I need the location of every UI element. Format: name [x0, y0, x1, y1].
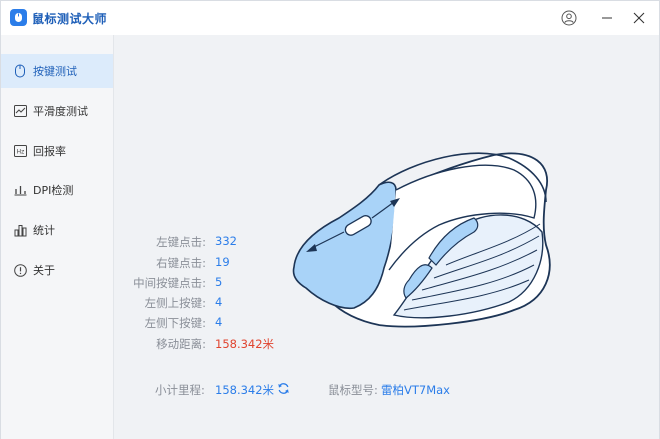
mouse-illustration — [292, 152, 551, 328]
stat-label: 右键点击: — [156, 256, 206, 270]
svg-text:Hz: Hz — [16, 149, 24, 156]
minimize-icon — [602, 17, 612, 19]
bar-chart-icon — [13, 223, 27, 237]
sidebar: 按键测试 平滑度测试 Hz 回报率 DPI检测 统计 关于 — [1, 35, 114, 439]
sidebar-item-about[interactable]: 关于 — [1, 253, 113, 287]
model-label: 鼠标型号: — [328, 383, 378, 397]
sidebar-item-statistics[interactable]: 统计 — [1, 213, 113, 247]
subtotal-value: 158.342米 — [215, 383, 275, 397]
main-panel: 左键点击: 332 右键点击: 19 中间按键点击: 5 左侧上按键: 4 左侧… — [114, 35, 659, 439]
refresh-icon[interactable] — [277, 382, 290, 395]
stat-value: 19 — [215, 255, 230, 269]
hz-icon: Hz — [13, 144, 27, 158]
sidebar-item-label: 回报率 — [33, 145, 66, 158]
sidebar-item-label: DPI检测 — [33, 184, 74, 197]
stat-label: 移动距离: — [156, 337, 206, 351]
stat-value: 4 — [215, 315, 223, 329]
close-button[interactable] — [627, 7, 651, 29]
title-bar: 鼠标测试大师 — [1, 1, 659, 35]
app-title: 鼠标测试大师 — [32, 12, 108, 26]
stat-middle-click: 中间按键点击: 5 — [114, 275, 314, 293]
footer-bar: 小计里程: 158.342米 鼠标型号: 雷柏VT7Max — [114, 380, 659, 400]
stat-value: 332 — [215, 234, 237, 248]
stat-label: 中间按键点击: — [133, 276, 206, 290]
chart-line-icon — [13, 104, 27, 118]
minimize-button[interactable] — [595, 7, 619, 29]
app-window: 鼠标测试大师 按键测试 平滑度测试 Hz 回报率 DPI检测 统计 关于 左键点… — [0, 0, 660, 439]
sidebar-item-smoothness-test[interactable]: 平滑度测试 — [1, 94, 113, 128]
stat-right-click: 右键点击: 19 — [114, 255, 314, 273]
stat-left-side-upper: 左侧上按键: 4 — [114, 295, 314, 313]
sidebar-item-label: 按键测试 — [33, 65, 77, 78]
close-icon — [633, 12, 645, 24]
sidebar-item-label: 统计 — [33, 224, 55, 237]
app-logo-icon — [10, 9, 27, 26]
stat-label: 左键点击: — [156, 235, 206, 249]
sidebar-item-dpi-detection[interactable]: DPI检测 — [1, 173, 113, 207]
stat-left-click: 左键点击: 332 — [114, 234, 314, 252]
model-value: 雷柏VT7Max — [381, 383, 450, 397]
mouse-icon — [13, 64, 27, 78]
sidebar-item-polling-rate[interactable]: Hz 回报率 — [1, 134, 113, 168]
sidebar-item-label: 关于 — [33, 264, 55, 277]
sidebar-item-label: 平滑度测试 — [33, 105, 88, 118]
user-icon — [561, 10, 577, 26]
stat-left-side-lower: 左侧下按键: 4 — [114, 315, 314, 333]
user-account-button[interactable] — [557, 7, 581, 29]
stat-move-distance: 移动距离: 158.342米 — [114, 336, 314, 354]
subtotal-label: 小计里程: — [155, 383, 205, 397]
dpi-icon — [13, 183, 27, 197]
stat-value: 5 — [215, 275, 223, 289]
stat-label: 左侧下按键: — [144, 316, 206, 330]
stat-value: 158.342米 — [215, 337, 275, 351]
stat-value: 4 — [215, 295, 223, 309]
stat-label: 左侧上按键: — [144, 296, 206, 310]
sidebar-item-button-test[interactable]: 按键测试 — [1, 54, 113, 88]
info-icon — [13, 263, 27, 277]
